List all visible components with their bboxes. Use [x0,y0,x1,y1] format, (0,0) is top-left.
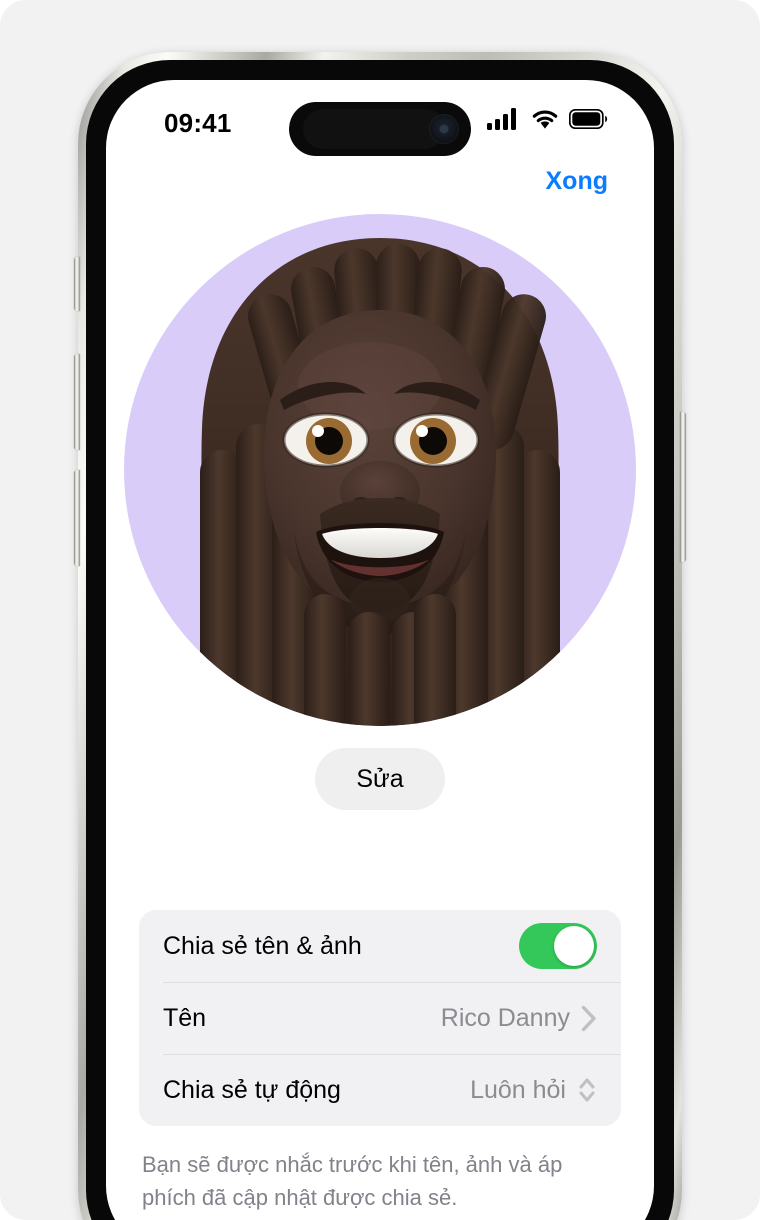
toggle-knob [554,926,594,966]
edit-avatar-button[interactable]: Sửa [315,748,445,810]
share-name-photo-row[interactable]: Chia sẻ tên & ảnh [139,910,621,982]
battery-full-icon [569,109,608,129]
action-button[interactable] [74,257,80,311]
avatar-section: Sửa [106,208,654,810]
wifi-icon [531,109,559,130]
power-button[interactable] [680,412,686,562]
status-icons [487,108,608,130]
done-button[interactable]: Xong [546,167,609,196]
device-bezel: 09:41 Xong Sửa Chia sẻ tên & ảnh Tên Ric… [86,60,674,1220]
chevron-right-icon [581,1005,597,1032]
device-screen: 09:41 Xong Sửa Chia sẻ tên & ảnh Tên Ric… [106,80,654,1220]
cellular-signal-icon [487,108,521,130]
memoji-avatar[interactable] [124,214,636,726]
volume-down-button[interactable] [74,470,80,566]
chevron-up-down-icon[interactable] [577,1075,597,1105]
navigation-bar: Xong [106,154,654,208]
iphone-device-frame: 09:41 Xong Sửa Chia sẻ tên & ảnh Tên Ric… [74,52,686,1220]
auto-share-label: Chia sẻ tự động [163,1075,341,1104]
front-camera-icon [429,114,459,144]
name-row[interactable]: Tên Rico Danny [139,982,621,1054]
auto-share-row[interactable]: Chia sẻ tự động Luôn hỏi [139,1054,621,1126]
status-bar: 09:41 [106,80,654,156]
page-background: 09:41 Xong Sửa Chia sẻ tên & ảnh Tên Ric… [0,0,760,1220]
dynamic-island [289,102,471,156]
volume-up-button[interactable] [74,354,80,450]
share-name-photo-label: Chia sẻ tên & ảnh [163,931,362,960]
status-time: 09:41 [164,108,232,138]
name-label: Tên [163,1003,207,1032]
settings-footer-note: Bạn sẽ được nhắc trước khi tên, ảnh và á… [142,1152,563,1210]
settings-card: Chia sẻ tên & ảnh Tên Rico Danny Chia sẻ… [139,910,621,1126]
face-id-sensor [303,109,445,149]
share-name-photo-toggle[interactable] [519,923,597,969]
memoji-illustration [200,238,560,726]
name-value: Rico Danny [440,1003,570,1032]
auto-share-value: Luôn hỏi [470,1075,566,1104]
